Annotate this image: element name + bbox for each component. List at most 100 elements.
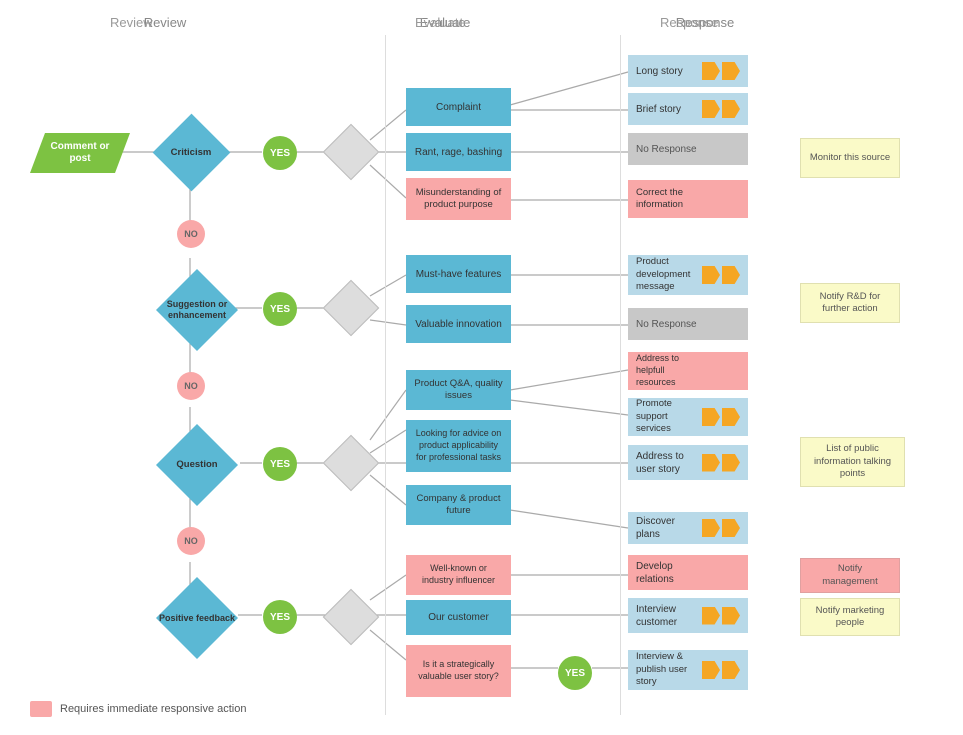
criticism-label: Criticism [171, 147, 212, 158]
eval-diamond-3 [322, 437, 380, 489]
product-dev-label: Product development message [636, 256, 700, 293]
our-customer-label: Our customer [428, 611, 489, 624]
eval-diamond-2 [322, 282, 380, 334]
suggestion-label: Suggestion or enhancement [152, 299, 242, 321]
divider-2 [620, 35, 621, 715]
complaint-label: Complaint [436, 101, 481, 114]
notify-marketing-box: Notify marketing people [800, 598, 900, 636]
discover-plans-icon [700, 519, 740, 537]
interview-customer-box: Interview customer [628, 598, 748, 633]
brief-story-icon [700, 100, 740, 118]
notify-marketing-label: Notify marketing people [809, 605, 891, 630]
long-story-label: Long story [636, 65, 700, 78]
suggestion-diamond: Suggestion or enhancement [152, 280, 242, 340]
review-header: Review [110, 15, 153, 30]
product-dev-icon [700, 266, 740, 284]
strategic-box: Is it a strategically valuable user stor… [406, 645, 511, 697]
brief-story-label: Brief story [636, 103, 700, 116]
long-story-box: Long story [628, 55, 748, 87]
monitor-source-label: Monitor this source [810, 152, 890, 164]
diagram-container: Review Evaluate Response Comment or post… [0, 0, 963, 735]
no-label-1: NO [184, 229, 198, 239]
address-user-label: Address to user story [636, 450, 700, 476]
no-response-2-label: No Response [636, 318, 697, 331]
develop-relations-box: Develop relations [628, 555, 748, 590]
correct-info-box: Correct the information [628, 180, 748, 218]
no-label-3: NO [184, 536, 198, 546]
rant-box: Rant, rage, bashing [406, 133, 511, 171]
yes-label-1: YES [270, 148, 290, 159]
address-helpful-label: Address to helpfull resources [636, 353, 700, 388]
positive-diamond: Positive feedback [152, 588, 242, 648]
no-response-1-box: No Response [628, 133, 748, 165]
discover-plans-label: Discover plans [636, 515, 700, 541]
company-future-box: Company & product future [406, 485, 511, 525]
question-diamond: Question [152, 435, 242, 495]
correct-info-icon [700, 190, 740, 208]
criticism-diamond: Criticism [152, 125, 230, 180]
well-known-box: Well-known or industry influencer [406, 555, 511, 595]
positive-label: Positive feedback [159, 613, 235, 624]
brief-story-box: Brief story [628, 93, 748, 125]
interview-publish-icon [700, 661, 740, 679]
strategic-label: Is it a strategically valuable user stor… [414, 659, 503, 682]
well-known-label: Well-known or industry influencer [414, 563, 503, 586]
misunderstanding-box: Misunderstanding of product purpose [406, 178, 511, 220]
product-qa-label: Product Q&A, quality issues [414, 378, 503, 403]
legend-color-box [30, 701, 52, 717]
notify-rd-label: Notify R&D for further action [809, 291, 891, 316]
legend: Requires immediate responsive action [30, 701, 246, 717]
monitor-source-box: Monitor this source [800, 138, 900, 178]
looking-advice-box: Looking for advice on product applicabil… [406, 420, 511, 472]
response-header: Response [660, 15, 719, 30]
interview-customer-icon [700, 607, 740, 625]
notify-management-label: Notify management [809, 563, 891, 588]
long-story-icon [700, 62, 740, 80]
interview-publish-box: Interview & publish user story [628, 650, 748, 690]
promote-support-icon [700, 408, 740, 426]
product-qa-box: Product Q&A, quality issues [406, 370, 511, 410]
our-customer-box: Our customer [406, 600, 511, 635]
yes-label-2: YES [270, 304, 290, 315]
yes-circle-2: YES [263, 292, 297, 326]
yes-circle-1: YES [263, 136, 297, 170]
misunderstanding-label: Misunderstanding of product purpose [414, 187, 503, 212]
start-label: Comment or post [40, 141, 120, 165]
company-future-label: Company & product future [414, 493, 503, 518]
notify-rd-box: Notify R&D for further action [800, 283, 900, 323]
eval-diamond-4 [322, 591, 380, 643]
discover-plans-box: Discover plans [628, 512, 748, 544]
product-dev-box: Product development message [628, 255, 748, 295]
notify-management-box: Notify management [800, 558, 900, 593]
yes-label-5: YES [565, 668, 585, 679]
must-have-label: Must-have features [416, 268, 502, 281]
valuable-innovation-box: Valuable innovation [406, 305, 511, 343]
address-helpful-icon [700, 362, 740, 380]
promote-support-label: Promote support services [636, 398, 700, 435]
address-helpful-box: Address to helpfull resources [628, 352, 748, 390]
address-user-icon [700, 454, 740, 472]
complaint-box: Complaint [406, 88, 511, 126]
start-shape: Comment or post [30, 133, 130, 173]
list-public-box: List of public information talking point… [800, 437, 905, 487]
yes-circle-4: YES [263, 600, 297, 634]
evaluate-header: Evaluate [415, 15, 466, 30]
divider-1 [385, 35, 386, 715]
develop-relations-icon [700, 564, 740, 582]
legend-label: Requires immediate responsive action [60, 703, 246, 715]
correct-info-label: Correct the information [636, 187, 700, 212]
no-response-1-label: No Response [636, 143, 697, 156]
looking-advice-label: Looking for advice on product applicabil… [414, 428, 503, 463]
list-public-label: List of public information talking point… [809, 443, 896, 480]
yes-circle-3: YES [263, 447, 297, 481]
yes-circle-5: YES [558, 656, 592, 690]
no-circle-2: NO [177, 372, 205, 400]
valuable-innovation-label: Valuable innovation [415, 318, 502, 331]
develop-relations-label: Develop relations [636, 560, 700, 586]
rant-label: Rant, rage, bashing [415, 146, 502, 159]
promote-support-box: Promote support services [628, 398, 748, 436]
interview-publish-label: Interview & publish user story [636, 651, 700, 688]
no-response-2-box: No Response [628, 308, 748, 340]
yes-label-3: YES [270, 459, 290, 470]
no-circle-3: NO [177, 527, 205, 555]
